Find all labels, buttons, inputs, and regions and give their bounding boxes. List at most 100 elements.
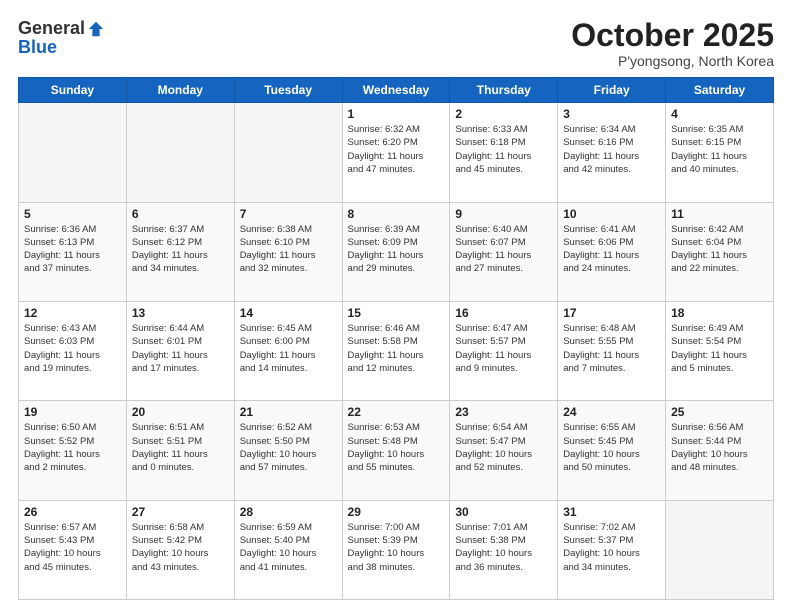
day-info: Sunrise: 6:46 AM Sunset: 5:58 PM Dayligh… xyxy=(348,322,445,375)
day-number: 11 xyxy=(671,207,768,221)
logo: General Blue xyxy=(18,18,105,58)
day-number: 5 xyxy=(24,207,121,221)
day-number: 24 xyxy=(563,405,660,419)
day-info: Sunrise: 6:49 AM Sunset: 5:54 PM Dayligh… xyxy=(671,322,768,375)
day-number: 12 xyxy=(24,306,121,320)
day-info: Sunrise: 6:39 AM Sunset: 6:09 PM Dayligh… xyxy=(348,223,445,276)
table-row: 12 Sunrise: 6:43 AM Sunset: 6:03 PM Dayli… xyxy=(19,301,127,400)
table-row xyxy=(234,103,342,202)
table-row xyxy=(19,103,127,202)
day-number: 22 xyxy=(348,405,445,419)
day-info: Sunrise: 6:37 AM Sunset: 6:12 PM Dayligh… xyxy=(132,223,229,276)
day-info: Sunrise: 6:33 AM Sunset: 6:18 PM Dayligh… xyxy=(455,123,552,176)
col-friday: Friday xyxy=(558,78,666,103)
table-row: 23Sunrise: 6:54 AM Sunset: 5:47 PM Dayli… xyxy=(450,401,558,500)
table-row: 27 Sunrise: 6:58 AM Sunset: 5:42 PM Dayli… xyxy=(126,500,234,599)
table-row: 3 Sunrise: 6:34 AM Sunset: 6:16 PM Daylig… xyxy=(558,103,666,202)
day-number: 4 xyxy=(671,107,768,121)
page: General Blue October 2025 P'yongsong, No… xyxy=(0,0,792,612)
day-info: Sunrise: 6:32 AM Sunset: 6:20 PM Dayligh… xyxy=(348,123,445,176)
calendar-week-3: 19 Sunrise: 6:50 AM Sunset: 5:52 PM Dayli… xyxy=(19,401,774,500)
logo-general: General xyxy=(18,18,85,39)
day-number: 9 xyxy=(455,207,552,221)
table-row: 17 Sunrise: 6:48 AM Sunset: 5:55 PM Dayli… xyxy=(558,301,666,400)
day-number: 20 xyxy=(132,405,229,419)
table-row: 20 Sunrise: 6:51 AM Sunset: 5:51 PM Dayli… xyxy=(126,401,234,500)
day-info: Sunrise: 6:43 AM Sunset: 6:03 PM Dayligh… xyxy=(24,322,121,375)
calendar-week-1: 5Sunrise: 6:36 AM Sunset: 6:13 PM Daylig… xyxy=(19,202,774,301)
table-row: 2 Sunrise: 6:33 AM Sunset: 6:18 PM Daylig… xyxy=(450,103,558,202)
col-saturday: Saturday xyxy=(666,78,774,103)
table-row: 9Sunrise: 6:40 AM Sunset: 6:07 PM Daylig… xyxy=(450,202,558,301)
day-number: 14 xyxy=(240,306,337,320)
table-row: 25Sunrise: 6:56 AM Sunset: 5:44 PM Dayli… xyxy=(666,401,774,500)
day-number: 21 xyxy=(240,405,337,419)
table-row: 24 Sunrise: 6:55 AM Sunset: 5:45 PM Dayli… xyxy=(558,401,666,500)
day-number: 17 xyxy=(563,306,660,320)
day-info: Sunrise: 7:01 AM Sunset: 5:38 PM Dayligh… xyxy=(455,521,552,574)
logo-blue: Blue xyxy=(18,37,57,58)
day-number: 3 xyxy=(563,107,660,121)
day-info: Sunrise: 6:35 AM Sunset: 6:15 PM Dayligh… xyxy=(671,123,768,176)
day-info: Sunrise: 6:41 AM Sunset: 6:06 PM Dayligh… xyxy=(563,223,660,276)
day-number: 13 xyxy=(132,306,229,320)
col-sunday: Sunday xyxy=(19,78,127,103)
table-row: 6Sunrise: 6:37 AM Sunset: 6:12 PM Daylig… xyxy=(126,202,234,301)
day-number: 18 xyxy=(671,306,768,320)
day-info: Sunrise: 6:51 AM Sunset: 5:51 PM Dayligh… xyxy=(132,421,229,474)
day-number: 16 xyxy=(455,306,552,320)
day-number: 30 xyxy=(455,505,552,519)
day-number: 2 xyxy=(455,107,552,121)
day-info: Sunrise: 6:55 AM Sunset: 5:45 PM Dayligh… xyxy=(563,421,660,474)
table-row: 7 Sunrise: 6:38 AM Sunset: 6:10 PM Daylig… xyxy=(234,202,342,301)
day-number: 15 xyxy=(348,306,445,320)
table-row: 8Sunrise: 6:39 AM Sunset: 6:09 PM Daylig… xyxy=(342,202,450,301)
table-row: 18 Sunrise: 6:49 AM Sunset: 5:54 PM Dayli… xyxy=(666,301,774,400)
day-info: Sunrise: 6:45 AM Sunset: 6:00 PM Dayligh… xyxy=(240,322,337,375)
day-info: Sunrise: 6:58 AM Sunset: 5:42 PM Dayligh… xyxy=(132,521,229,574)
day-info: Sunrise: 6:50 AM Sunset: 5:52 PM Dayligh… xyxy=(24,421,121,474)
col-wednesday: Wednesday xyxy=(342,78,450,103)
table-row: 29Sunrise: 7:00 AM Sunset: 5:39 PM Dayli… xyxy=(342,500,450,599)
table-row: 1 Sunrise: 6:32 AM Sunset: 6:20 PM Daylig… xyxy=(342,103,450,202)
day-number: 23 xyxy=(455,405,552,419)
day-number: 1 xyxy=(348,107,445,121)
day-info: Sunrise: 6:38 AM Sunset: 6:10 PM Dayligh… xyxy=(240,223,337,276)
day-number: 31 xyxy=(563,505,660,519)
calendar-table: Sunday Monday Tuesday Wednesday Thursday… xyxy=(18,77,774,600)
col-monday: Monday xyxy=(126,78,234,103)
table-row: 19 Sunrise: 6:50 AM Sunset: 5:52 PM Dayli… xyxy=(19,401,127,500)
logo-text: General xyxy=(18,18,105,39)
table-row xyxy=(666,500,774,599)
day-info: Sunrise: 6:59 AM Sunset: 5:40 PM Dayligh… xyxy=(240,521,337,574)
calendar-week-0: 1 Sunrise: 6:32 AM Sunset: 6:20 PM Daylig… xyxy=(19,103,774,202)
day-info: Sunrise: 6:44 AM Sunset: 6:01 PM Dayligh… xyxy=(132,322,229,375)
table-row: 31 Sunrise: 7:02 AM Sunset: 5:37 PM Dayli… xyxy=(558,500,666,599)
day-info: Sunrise: 6:42 AM Sunset: 6:04 PM Dayligh… xyxy=(671,223,768,276)
day-number: 28 xyxy=(240,505,337,519)
day-number: 26 xyxy=(24,505,121,519)
col-tuesday: Tuesday xyxy=(234,78,342,103)
table-row xyxy=(126,103,234,202)
day-number: 27 xyxy=(132,505,229,519)
table-row: 11 Sunrise: 6:42 AM Sunset: 6:04 PM Dayli… xyxy=(666,202,774,301)
day-number: 29 xyxy=(348,505,445,519)
day-info: Sunrise: 6:34 AM Sunset: 6:16 PM Dayligh… xyxy=(563,123,660,176)
day-info: Sunrise: 6:53 AM Sunset: 5:48 PM Dayligh… xyxy=(348,421,445,474)
day-number: 7 xyxy=(240,207,337,221)
table-row: 30 Sunrise: 7:01 AM Sunset: 5:38 PM Dayli… xyxy=(450,500,558,599)
calendar-header-row: Sunday Monday Tuesday Wednesday Thursday… xyxy=(19,78,774,103)
table-row: 14 Sunrise: 6:45 AM Sunset: 6:00 PM Dayli… xyxy=(234,301,342,400)
day-info: Sunrise: 7:02 AM Sunset: 5:37 PM Dayligh… xyxy=(563,521,660,574)
table-row: 4 Sunrise: 6:35 AM Sunset: 6:15 PM Daylig… xyxy=(666,103,774,202)
day-info: Sunrise: 6:56 AM Sunset: 5:44 PM Dayligh… xyxy=(671,421,768,474)
table-row: 28 Sunrise: 6:59 AM Sunset: 5:40 PM Dayli… xyxy=(234,500,342,599)
col-thursday: Thursday xyxy=(450,78,558,103)
day-number: 10 xyxy=(563,207,660,221)
logo-icon xyxy=(87,20,105,38)
day-number: 19 xyxy=(24,405,121,419)
day-info: Sunrise: 6:48 AM Sunset: 5:55 PM Dayligh… xyxy=(563,322,660,375)
table-row: 15 Sunrise: 6:46 AM Sunset: 5:58 PM Dayli… xyxy=(342,301,450,400)
table-row: 22 Sunrise: 6:53 AM Sunset: 5:48 PM Dayli… xyxy=(342,401,450,500)
calendar-week-4: 26Sunrise: 6:57 AM Sunset: 5:43 PM Dayli… xyxy=(19,500,774,599)
